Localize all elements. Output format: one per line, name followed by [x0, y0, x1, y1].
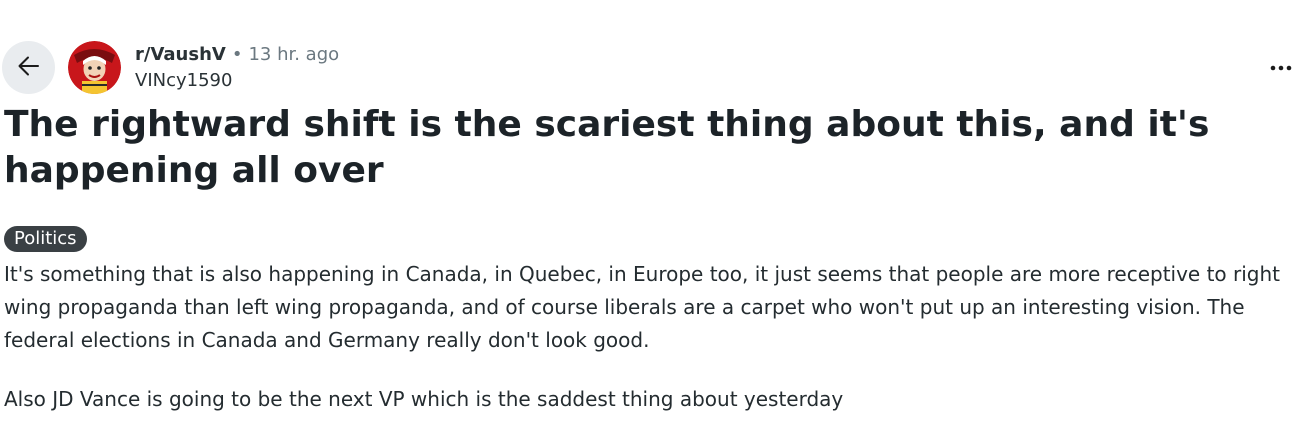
post-flair[interactable]: Politics — [4, 226, 87, 252]
post-time: 13 hr. ago — [248, 44, 340, 65]
subreddit-avatar[interactable] — [68, 41, 121, 94]
post-title: The rightward shift is the scariest thin… — [4, 104, 1210, 191]
meta-separator: • — [231, 44, 243, 65]
back-button[interactable] — [2, 41, 55, 94]
arrow-left-icon — [16, 53, 42, 83]
post-meta: r/VaushV • 13 hr. ago VINcy1590 — [135, 42, 339, 94]
subreddit-line: r/VaushV • 13 hr. ago — [135, 42, 339, 68]
post-body: It's something that is also happening in… — [4, 258, 1299, 416]
author-link[interactable]: VINcy1590 — [135, 68, 339, 94]
post-paragraph: Also JD Vance is going to be the next VP… — [4, 387, 844, 411]
more-options-button[interactable] — [1268, 56, 1294, 76]
subreddit-link[interactable]: r/VaushV — [135, 44, 226, 65]
more-horizontal-icon — [1269, 57, 1293, 76]
post-paragraph: It's something that is also happening in… — [4, 262, 1281, 352]
